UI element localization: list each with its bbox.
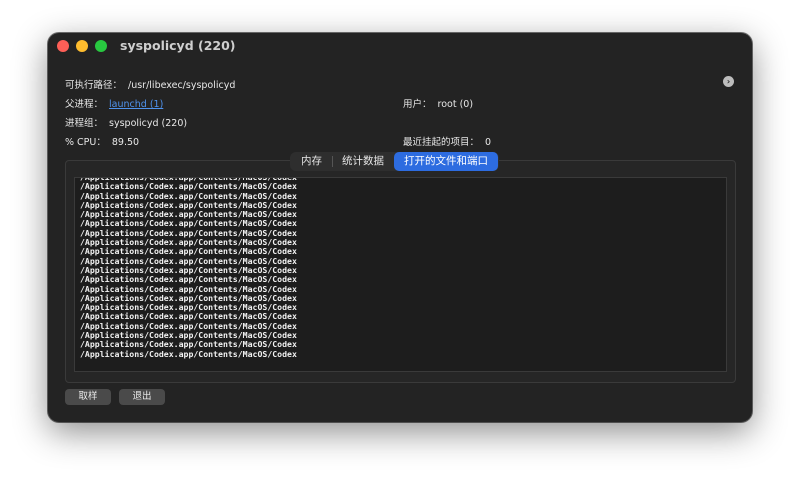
parent-label: 父进程： [65, 99, 104, 110]
sample-button[interactable]: 取样 [65, 389, 111, 405]
group-value: syspolicyd (220) [109, 118, 188, 129]
open-files-text-area[interactable]: /Applications/Codex.app/Contents/MacOS/C… [74, 177, 727, 372]
recent-hangs-label: 最近挂起的项目： [403, 137, 480, 148]
tab-bar: 内存 统计数据 打开的文件和端口 [290, 152, 499, 171]
titlebar: syspolicyd (220) [48, 33, 752, 59]
cpu-label: % CPU： [65, 137, 106, 148]
window-title: syspolicyd (220) [120, 38, 236, 53]
exec-path-label: 可执行路径： [65, 80, 123, 91]
file-line: /Applications/Codex.app/Contents/MacOS/C… [80, 348, 297, 359]
user-row: 用户： root (0) [403, 96, 473, 110]
group-row: 进程组： syspolicyd (220) [65, 115, 187, 129]
parent-process-link[interactable]: launchd (1) [109, 99, 163, 110]
cpu-row: % CPU： 89.50 [65, 134, 139, 148]
exec-path-value: /usr/libexec/syspolicyd [128, 80, 236, 91]
maximize-window-button[interactable] [95, 40, 107, 52]
user-label: 用户： [403, 99, 432, 110]
exec-path-row: 可执行路径： /usr/libexec/syspolicyd [65, 77, 235, 91]
arrow-right-circle-icon[interactable]: › [723, 76, 734, 87]
minimize-window-button[interactable] [76, 40, 88, 52]
tab-open-files-ports[interactable]: 打开的文件和端口 [394, 152, 498, 171]
process-inspector-window: syspolicyd (220) 可执行路径： /usr/libexec/sysp… [48, 33, 752, 422]
cpu-value: 89.50 [111, 137, 140, 148]
open-files-list: /Applications/Codex.app/Contents/MacOS/C… [80, 178, 297, 359]
quit-button[interactable]: 退出 [119, 389, 165, 405]
close-window-button[interactable] [57, 40, 69, 52]
tab-memory[interactable]: 内存 [291, 152, 332, 171]
user-value: root (0) [437, 99, 474, 110]
tab-statistics[interactable]: 统计数据 [332, 152, 394, 171]
group-label: 进程组： [65, 118, 104, 129]
recent-hangs-value: 0 [485, 137, 492, 148]
parent-row: 父进程： launchd (1) [65, 96, 163, 110]
recent-row: 最近挂起的项目： 0 [403, 134, 491, 148]
